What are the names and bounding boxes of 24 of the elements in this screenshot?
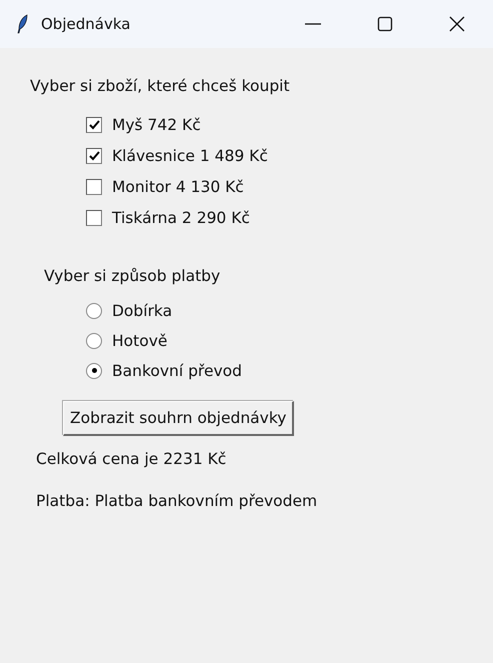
- checkbox-label[interactable]: Klávesnice 1 489 Kč: [112, 146, 268, 164]
- checkbox-label[interactable]: Tiskárna 2 290 Kč: [112, 208, 250, 226]
- maximize-icon: [377, 16, 393, 32]
- radio-button[interactable]: [86, 302, 102, 318]
- radio-button[interactable]: [86, 362, 102, 378]
- close-icon: [449, 16, 465, 32]
- payment-heading: Vyber si způsob platby: [44, 267, 220, 285]
- feather-icon: [17, 14, 29, 34]
- payment-result-text: Platba: Platba bankovním převodem: [36, 492, 318, 510]
- checkbox[interactable]: [86, 116, 102, 132]
- total-price-text: Celková cena je 2231 Kč: [36, 450, 226, 468]
- radio-label[interactable]: Bankovní převod: [112, 362, 242, 380]
- minimize-icon: [305, 23, 321, 25]
- checkbox[interactable]: [86, 148, 102, 164]
- show-summary-button[interactable]: Zobrazit souhrn objednávky: [63, 401, 294, 436]
- window-title: Objednávka: [41, 15, 132, 33]
- radio-button[interactable]: [86, 332, 102, 348]
- radio-label[interactable]: Hotově: [112, 332, 168, 350]
- radio-label[interactable]: Dobírka: [112, 302, 172, 320]
- products-heading: Vyber si zboží, které chceš koupit: [30, 77, 290, 95]
- checkbox[interactable]: [86, 210, 102, 226]
- checkbox-label[interactable]: Myš 742 Kč: [112, 116, 201, 134]
- checkbox[interactable]: [86, 178, 102, 194]
- checkbox-label[interactable]: Monitor 4 130 Kč: [112, 178, 244, 196]
